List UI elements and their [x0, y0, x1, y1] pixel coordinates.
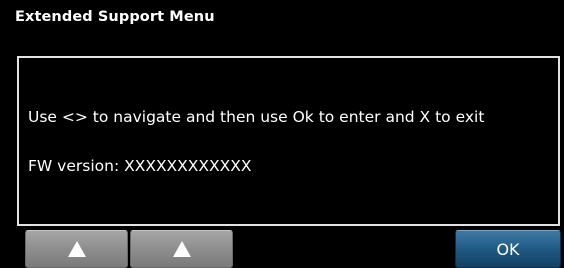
window-title: Extended Support Menu	[15, 9, 215, 25]
up-arrow-icon	[67, 241, 86, 257]
up-button-left[interactable]	[25, 230, 128, 268]
ok-button[interactable]: OK	[455, 230, 561, 268]
navigation-instruction: Use <> to navigate and then use Ok to en…	[28, 108, 485, 126]
up-button-right[interactable]	[130, 230, 233, 268]
message-panel: Use <> to navigate and then use Ok to en…	[17, 56, 560, 226]
firmware-version: FW version: XXXXXXXXXXXX	[28, 157, 252, 175]
up-arrow-icon	[172, 241, 191, 257]
